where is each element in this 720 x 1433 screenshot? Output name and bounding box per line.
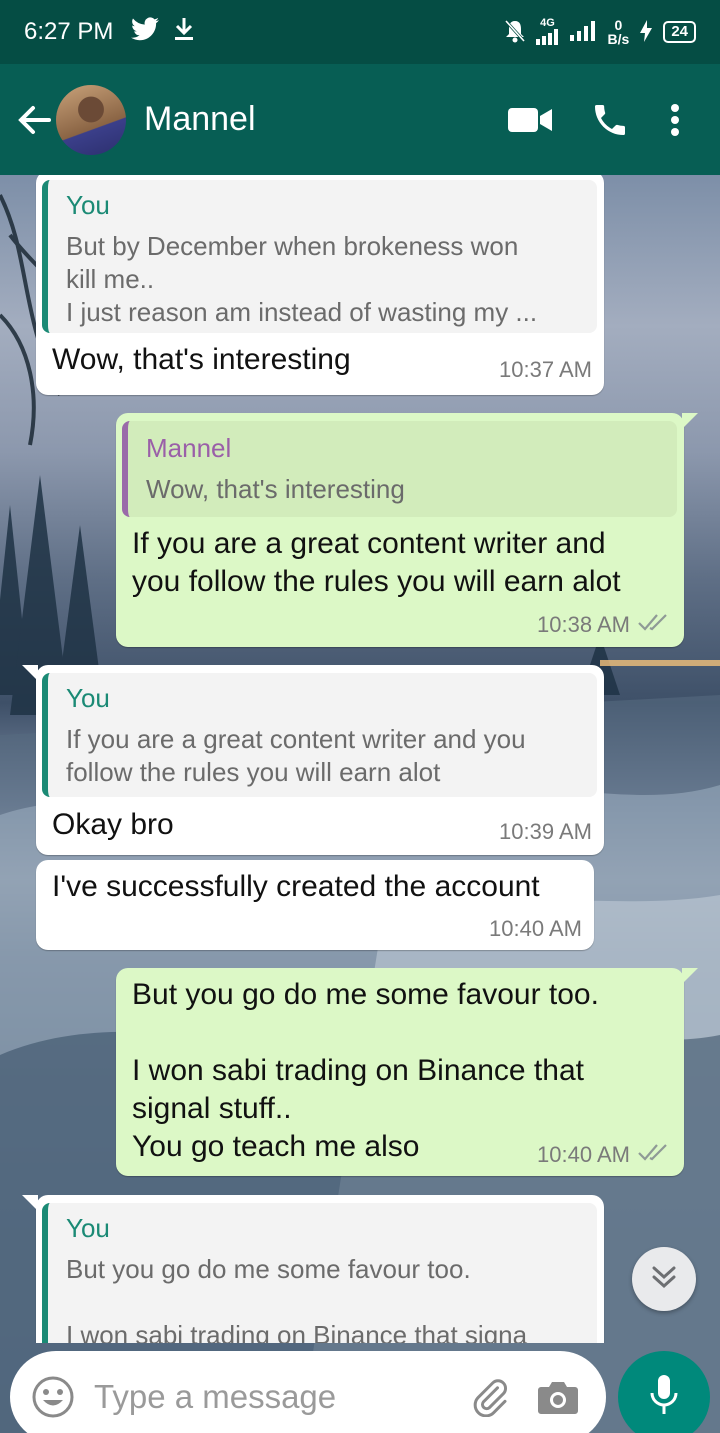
mute-icon — [504, 19, 526, 46]
message-time: 10:37 AM — [499, 357, 592, 382]
message-incoming[interactable]: I've successfully created the account 10… — [36, 860, 594, 950]
scroll-to-bottom-button[interactable] — [632, 1247, 696, 1311]
message-incoming[interactable]: You But you go do me some favour too. I … — [22, 1195, 604, 1343]
quote-text: But you go do me some favour too. I won … — [66, 1254, 528, 1343]
message-time: 10:39 AM — [499, 819, 592, 844]
quoted-message[interactable]: You If you are a great content writer an… — [42, 673, 597, 797]
double-check-icon — [638, 1142, 670, 1168]
quote-author: You — [66, 190, 110, 220]
message-text: If you are a great content writer and yo… — [132, 527, 621, 598]
message-incoming[interactable]: You If you are a great content writer an… — [22, 665, 604, 855]
network-type: 4G — [540, 17, 555, 29]
battery-indicator: 24 — [663, 21, 696, 43]
message-text: Okay bro — [52, 808, 174, 841]
attach-icon[interactable] — [462, 1377, 518, 1417]
signal-icon — [535, 29, 560, 46]
message-composer: Type a message — [10, 1351, 606, 1433]
contact-name[interactable]: Mannel — [144, 100, 500, 139]
data-rate-value: 0 — [614, 17, 623, 33]
message-time: 10:40 AM — [489, 916, 582, 941]
video-call-icon[interactable] — [500, 106, 560, 134]
message-input[interactable]: Type a message — [94, 1378, 462, 1416]
camera-icon[interactable] — [530, 1379, 586, 1415]
quote-text: But by December when brokeness won kill … — [66, 231, 538, 327]
quote-text: Wow, that's interesting — [146, 474, 405, 504]
quote-author: You — [66, 683, 110, 713]
message-outgoing[interactable]: But you go do me some favour too. I won … — [116, 968, 698, 1176]
status-time: 6:27 PM — [24, 18, 114, 45]
charging-icon — [639, 19, 653, 45]
back-arrow-icon[interactable] — [14, 105, 54, 135]
avatar[interactable] — [56, 84, 126, 155]
message-text: But you go do me some favour too. I won … — [132, 978, 599, 1163]
message-time: 10:40 AM — [537, 1142, 670, 1168]
quoted-message[interactable]: You But you go do me some favour too. I … — [42, 1203, 597, 1343]
quote-author: You — [66, 1213, 110, 1243]
status-bar: 6:27 PM 4G 0 B/s 24 — [0, 0, 720, 64]
signal-icon — [569, 20, 598, 44]
more-vert-icon[interactable] — [660, 103, 690, 137]
message-outgoing[interactable]: Mannel Wow, that's interesting If you ar… — [116, 413, 698, 647]
quoted-message[interactable]: You But by December when brokeness won k… — [42, 180, 597, 333]
quoted-message[interactable]: Mannel Wow, that's interesting — [122, 421, 677, 517]
data-rate-unit: B/s — [607, 31, 630, 47]
twitter-icon — [131, 16, 160, 48]
message-incoming[interactable]: You But by December when brokeness won k… — [36, 175, 604, 395]
chevron-double-down-icon — [651, 1265, 677, 1294]
message-list[interactable]: You But by December when brokeness won k… — [0, 175, 720, 1343]
quote-text: If you are a great content writer and yo… — [66, 724, 526, 787]
mic-icon — [649, 1373, 679, 1422]
message-time: 10:38 AM — [537, 612, 670, 638]
download-icon — [173, 16, 195, 49]
double-check-icon — [638, 612, 670, 638]
emoji-icon[interactable] — [30, 1374, 76, 1420]
quote-author: Mannel — [146, 433, 232, 463]
chat-header: Mannel — [0, 64, 720, 175]
message-text: I've successfully created the account — [52, 870, 540, 903]
phone-icon[interactable] — [580, 100, 640, 140]
voice-record-button[interactable] — [618, 1351, 710, 1433]
message-text: Wow, that's interesting — [52, 343, 351, 376]
